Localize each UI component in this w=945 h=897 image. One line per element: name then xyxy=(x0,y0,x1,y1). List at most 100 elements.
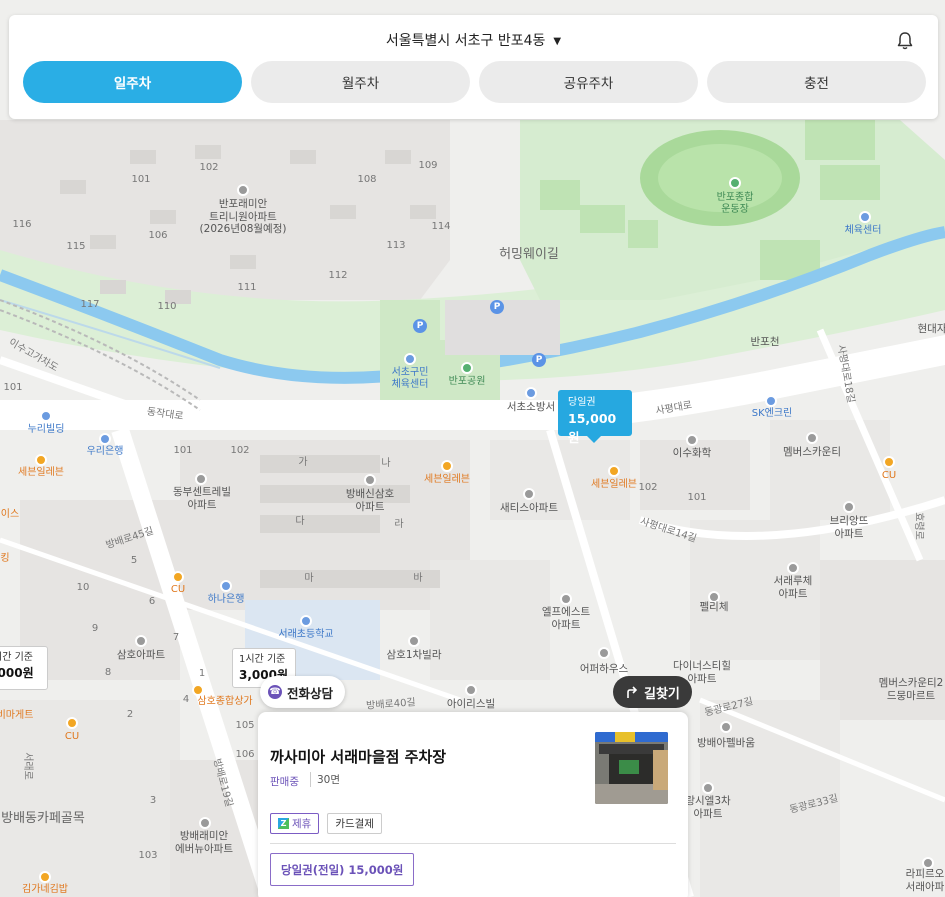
building-label: 가 xyxy=(298,457,308,468)
place-label: 펠리체 xyxy=(699,601,729,613)
top-panel: 서울특별시 서초구 반포4동 ▼ 일주차 월주차 공유주차 충전 xyxy=(9,15,938,119)
place-label: 아이리스빌 xyxy=(446,698,496,710)
convenience-store-icon xyxy=(441,460,453,472)
parking-lot-photo[interactable] xyxy=(595,732,668,804)
feature-badges: Z 제휴 카드결제 xyxy=(270,813,382,834)
building-number-label: 2 xyxy=(126,709,134,720)
place-label: CU xyxy=(881,470,897,481)
place-label: 세븐일레븐 xyxy=(18,467,64,478)
apartment-icon xyxy=(806,432,818,444)
tab-daily-parking[interactable]: 일주차 xyxy=(23,61,242,103)
convenience-store-icon xyxy=(35,454,47,466)
school-icon xyxy=(300,615,312,627)
parking-icon[interactable]: P xyxy=(490,300,504,314)
park-icon xyxy=(461,362,473,374)
directions-label: 길찾기 xyxy=(644,686,680,702)
building-number-label: 110 xyxy=(157,301,177,312)
building-number-label: 115 xyxy=(66,241,86,252)
place-label: 서래루체 아파트 xyxy=(773,575,813,600)
parking-icon[interactable]: P xyxy=(413,319,427,333)
building-number-label: 8 xyxy=(104,667,112,678)
building-icon xyxy=(40,410,52,422)
gas-station-icon xyxy=(765,395,777,407)
selected-marker-caption: 당일권 xyxy=(568,397,596,408)
bank-icon xyxy=(220,580,232,592)
building-number-label: 102 xyxy=(638,482,658,493)
building-icon xyxy=(465,684,477,696)
convenience-store-icon xyxy=(883,456,895,468)
building-number-label: 112 xyxy=(328,270,348,281)
building-icon xyxy=(686,434,698,446)
convenience-store-icon xyxy=(172,571,184,583)
road-label: 효령로 xyxy=(913,512,924,540)
price-option-label: 당일권(전일) 15,000원 xyxy=(281,862,404,877)
shopping-icon xyxy=(192,684,204,696)
selected-marker-price: 15,000원 xyxy=(568,411,617,445)
selected-parking-marker[interactable]: 당일권 15,000원 xyxy=(558,390,632,445)
place-label: 삼호1차빌라 xyxy=(386,649,442,661)
place-label: 서초소방서 xyxy=(506,401,556,413)
building-number-label: 102 xyxy=(230,445,250,456)
convenience-store-icon xyxy=(66,717,78,729)
place-label: 이스 xyxy=(0,509,20,520)
price-option-chip[interactable]: 당일권(전일) 15,000원 xyxy=(270,853,415,886)
place-label: 방배아펠바움 xyxy=(697,737,755,749)
parking-icon[interactable]: P xyxy=(532,353,546,367)
place-label: 누리빌딩 xyxy=(27,424,65,435)
place-label: 라피르오 서래아파 xyxy=(905,868,945,893)
building-icon xyxy=(598,647,610,659)
bell-icon[interactable] xyxy=(896,31,914,51)
place-label: 엘프에스트 아파트 xyxy=(541,606,591,631)
parking-lot-name: 까사미아 서래마을점 주차장 xyxy=(270,748,447,766)
parking-price-marker[interactable]: 시간 기준 ,000원 xyxy=(0,646,48,690)
place-label: 반포종합 운동장 xyxy=(716,192,754,215)
bank-icon xyxy=(99,433,111,445)
restaurant-icon xyxy=(39,871,51,883)
price-marker-value: ,000원 xyxy=(0,666,34,680)
building-label: 나 xyxy=(381,458,391,469)
price-marker-caption: 1시간 기준 xyxy=(239,654,286,665)
apartment-icon xyxy=(199,817,211,829)
building-icon xyxy=(720,721,732,733)
building-label: 다 xyxy=(295,516,305,527)
tab-monthly-parking[interactable]: 월주차 xyxy=(251,61,470,103)
apartment-icon xyxy=(843,501,855,513)
directions-button[interactable]: 길찾기 xyxy=(613,676,692,708)
building-number-label: 9 xyxy=(91,623,99,634)
place-label: 멤버스카운티 xyxy=(783,446,841,458)
building-number-label: 108 xyxy=(357,174,377,185)
place-label: CU xyxy=(170,584,186,595)
card-payment-badge: 카드결제 xyxy=(327,813,382,834)
building-number-label: 7 xyxy=(172,632,180,643)
building-number-label: 116 xyxy=(12,219,32,230)
tab-shared-parking[interactable]: 공유주차 xyxy=(479,61,698,103)
place-label: 삼호종합상가 xyxy=(197,696,253,707)
place-label: 방배래미안 에버뉴아파트 xyxy=(175,830,233,855)
building-number-label: 117 xyxy=(80,299,100,310)
building-number-label: 101 xyxy=(3,382,23,393)
place-label: 브리앙뜨 아파트 xyxy=(829,515,869,540)
location-label: 서울특별시 서초구 반포4동 xyxy=(385,33,546,49)
place-label: 김가네김밥 xyxy=(22,884,68,895)
place-label: 이수화학 xyxy=(672,447,712,459)
apartment-icon xyxy=(408,635,420,647)
convenience-store-icon xyxy=(608,465,620,477)
card-payment-label: 카드결제 xyxy=(335,818,374,830)
building-number-label: 6 xyxy=(148,596,156,607)
building-number-label: 105 xyxy=(235,720,255,731)
place-label: 하나은행 xyxy=(207,594,245,605)
place-label: 우리은행 xyxy=(86,446,124,457)
phone-consult-button[interactable]: ☎ 전화상담 xyxy=(260,676,346,708)
building-number-label: 102 xyxy=(199,162,219,173)
place-label: 방배신삼호 아파트 xyxy=(345,488,395,513)
place-label: 반포래미안 트리니원아파트 (2026년08월예정) xyxy=(199,198,287,236)
parking-detail-card[interactable]: 까사미아 서래마을점 주차장 판매중 30면 Z 제휴 카드결제 당일권(전일)… xyxy=(258,712,688,897)
place-label: 방배동카페골목 xyxy=(1,811,85,826)
place-label: 랑시엘3차 아파트 xyxy=(685,795,731,820)
place-label: 새티스아파트 xyxy=(500,502,558,514)
tab-charging[interactable]: 충전 xyxy=(707,61,926,103)
building-label: 마 xyxy=(304,573,314,584)
building-number-label: 5 xyxy=(130,555,138,566)
place-label: 서래초등학교 xyxy=(278,629,334,640)
location-selector[interactable]: 서울특별시 서초구 반포4동 ▼ xyxy=(9,30,938,50)
